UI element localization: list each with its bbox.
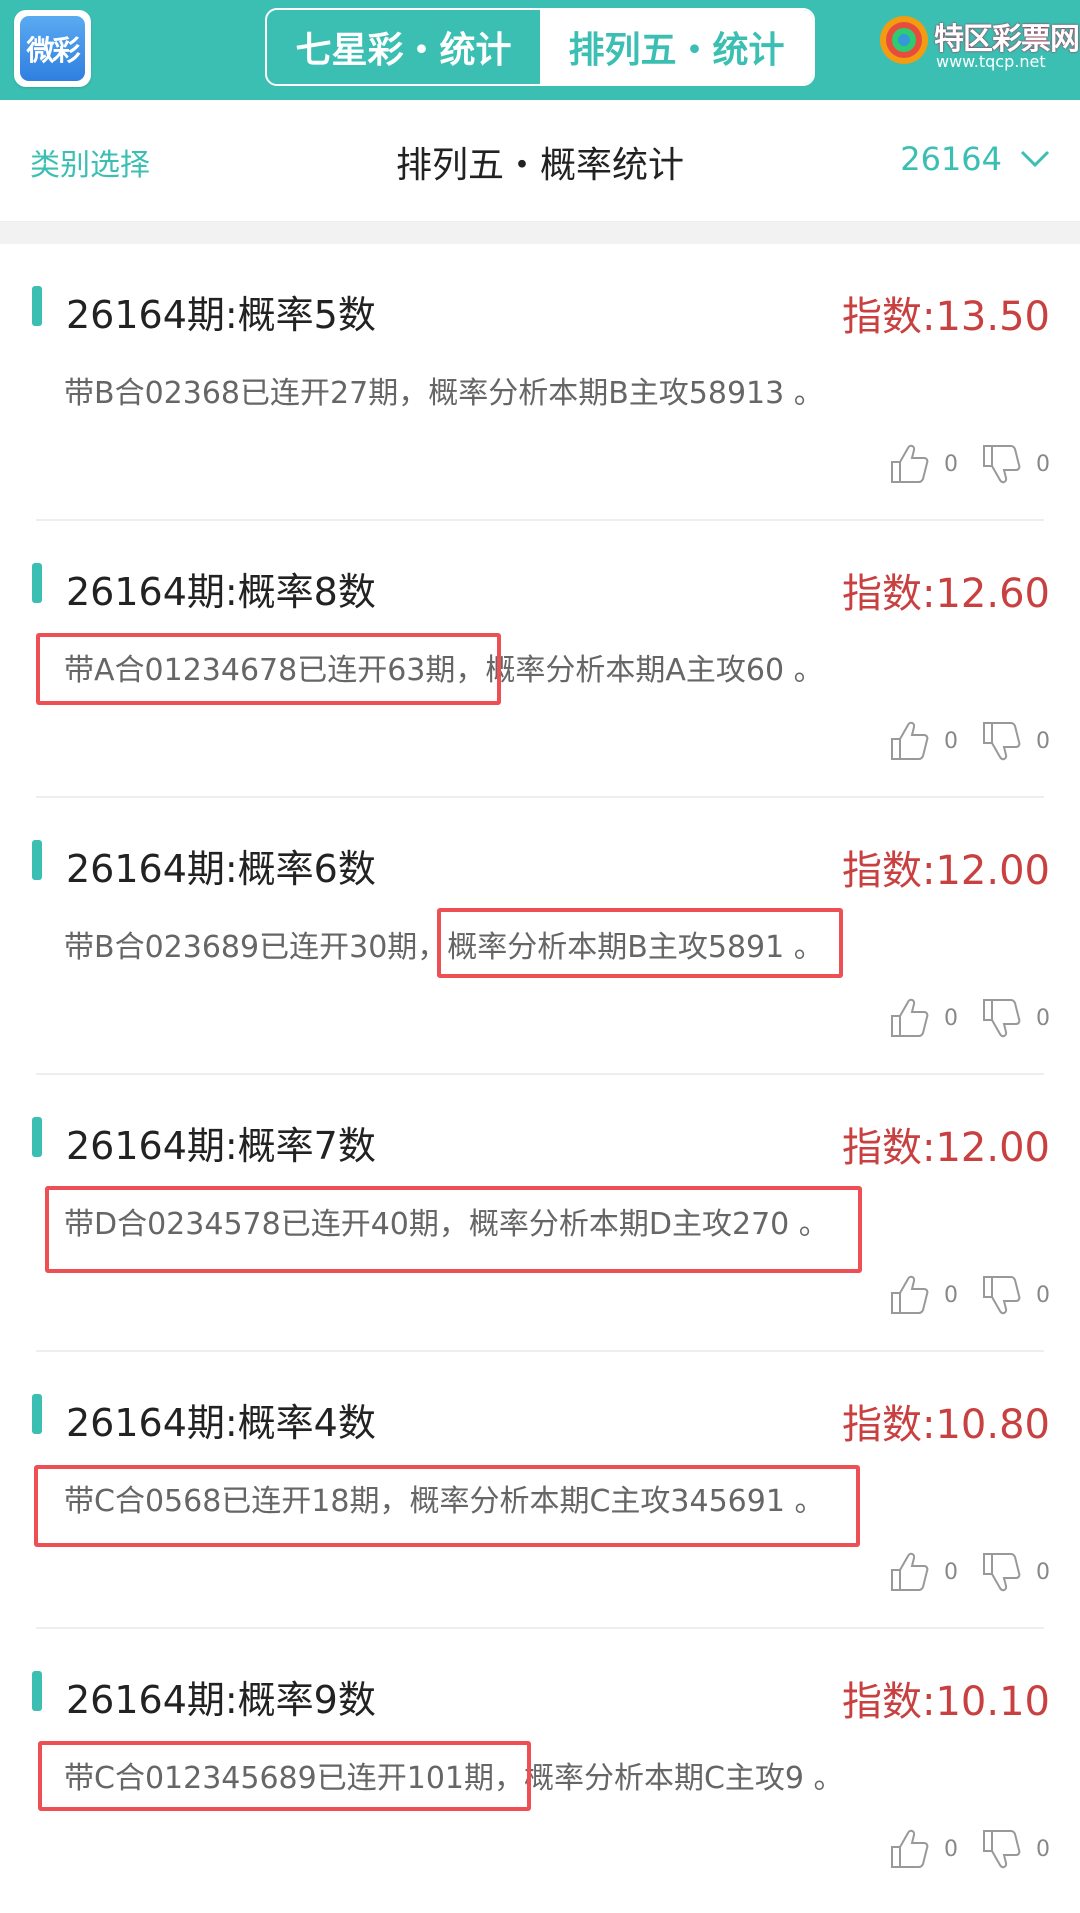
highlight-box [45,1186,862,1273]
item-index: 指数:13.50 [842,294,1050,340]
top-bar: 微彩 七星彩・统计 排列五・统计 特区彩票网 www.tqcp.net [0,0,1080,100]
highlight-box [38,1741,531,1811]
brand-url: www.tqcp.net [936,52,1046,71]
dislike-count: 0 [1036,451,1050,477]
vote-bar: 0 0 [866,1827,1050,1871]
sub-header: 类别选择 排列五・概率统计 26164 [0,100,1080,222]
dislike-count: 0 [1036,1836,1050,1862]
item-title: 26164期:概率8数 [66,570,376,614]
list-item: 26164期:概率6数 指数:12.00 带B合023689已连开30期，概率分… [0,798,1080,1075]
item-title: 26164期:概率7数 [66,1124,376,1168]
list-item: 26164期:概率8数 指数:12.60 带A合01234678已连开63期，概… [0,521,1080,798]
item-title: 26164期:概率5数 [66,293,376,337]
like-count: 0 [944,728,958,754]
chevron-down-icon [1020,150,1050,168]
stats-list: 26164期:概率5数 指数:13.50 带B合02368已连开27期，概率分析… [0,244,1080,1906]
thumbs-down-icon [983,1276,1021,1315]
tab-pailiewu[interactable]: 排列五・统计 [540,10,813,84]
dislike-button[interactable]: 0 [980,996,1050,1040]
thumbs-up-icon [891,1552,929,1591]
app-logo[interactable]: 微彩 [14,10,91,87]
vote-bar: 0 0 [866,1273,1050,1317]
vote-bar: 0 0 [866,442,1050,486]
title-accent-bar [32,1671,42,1711]
vote-bar: 0 0 [866,719,1050,763]
list-item: 26164期:概率7数 指数:12.00 带D合0234578已连开40期，概率… [0,1075,1080,1352]
dislike-count: 0 [1036,1282,1050,1308]
item-title: 26164期:概率4数 [66,1401,376,1445]
like-button[interactable]: 0 [888,996,958,1040]
thumbs-down-icon [983,999,1021,1038]
like-count: 0 [944,1836,958,1862]
app-logo-text: 微彩 [20,16,85,81]
thumbs-down-icon [983,1830,1021,1869]
item-index: 指数:10.80 [842,1402,1050,1448]
like-button[interactable]: 0 [888,442,958,486]
thumbs-down-icon [983,1553,1021,1592]
like-count: 0 [944,1282,958,1308]
title-accent-bar [32,1394,42,1434]
dislike-button[interactable]: 0 [980,719,1050,763]
like-button[interactable]: 0 [888,1550,958,1594]
like-button[interactable]: 0 [888,1273,958,1317]
list-item: 26164期:概率5数 指数:13.50 带B合02368已连开27期，概率分析… [0,244,1080,521]
thumbs-up-icon [891,721,929,760]
item-title: 26164期:概率9数 [66,1678,376,1722]
item-index: 指数:10.10 [842,1679,1050,1725]
highlight-box [437,908,843,978]
item-index: 指数:12.00 [842,1125,1050,1171]
dislike-count: 0 [1036,1559,1050,1585]
thumbs-down-icon [983,722,1021,761]
dislike-count: 0 [1036,1005,1050,1031]
item-index: 指数:12.00 [842,848,1050,894]
dislike-count: 0 [1036,728,1050,754]
brand-logo[interactable]: 特区彩票网 www.tqcp.net [878,10,1080,80]
list-item: 26164期:概率4数 指数:10.80 带C合0568已连开18期，概率分析本… [0,1352,1080,1629]
list-item: 26164期:概率9数 指数:10.10 带C合012345689已连开101期… [0,1629,1080,1906]
title-accent-bar [32,563,42,603]
highlight-box [34,1465,860,1547]
issue-dropdown[interactable]: 26164 [900,140,1050,178]
dislike-button[interactable]: 0 [980,1827,1050,1871]
item-title: 26164期:概率6数 [66,847,376,891]
lottery-tabs: 七星彩・统计 排列五・统计 [265,8,815,86]
vote-bar: 0 0 [866,1550,1050,1594]
dislike-button[interactable]: 0 [980,1273,1050,1317]
dislike-button[interactable]: 0 [980,442,1050,486]
vote-bar: 0 0 [866,996,1050,1040]
thumbs-up-icon [891,1275,929,1314]
like-button[interactable]: 0 [888,719,958,763]
section-divider [0,222,1080,244]
like-count: 0 [944,451,958,477]
dislike-button[interactable]: 0 [980,1550,1050,1594]
like-count: 0 [944,1005,958,1031]
tab-qixingcai[interactable]: 七星彩・统计 [267,10,540,84]
thumbs-up-icon [891,1829,929,1868]
highlight-box [36,633,501,705]
item-description: 带B合02368已连开27期，概率分析本期B主攻58913 。 [64,376,824,411]
brand-swirl-icon [880,16,928,64]
like-button[interactable]: 0 [888,1827,958,1871]
thumbs-down-icon [983,445,1021,484]
thumbs-up-icon [891,444,929,483]
like-count: 0 [944,1559,958,1585]
title-accent-bar [32,840,42,880]
issue-number: 26164 [900,140,1002,178]
thumbs-up-icon [891,998,929,1037]
item-index: 指数:12.60 [842,571,1050,617]
title-accent-bar [32,286,42,326]
title-accent-bar [32,1117,42,1157]
